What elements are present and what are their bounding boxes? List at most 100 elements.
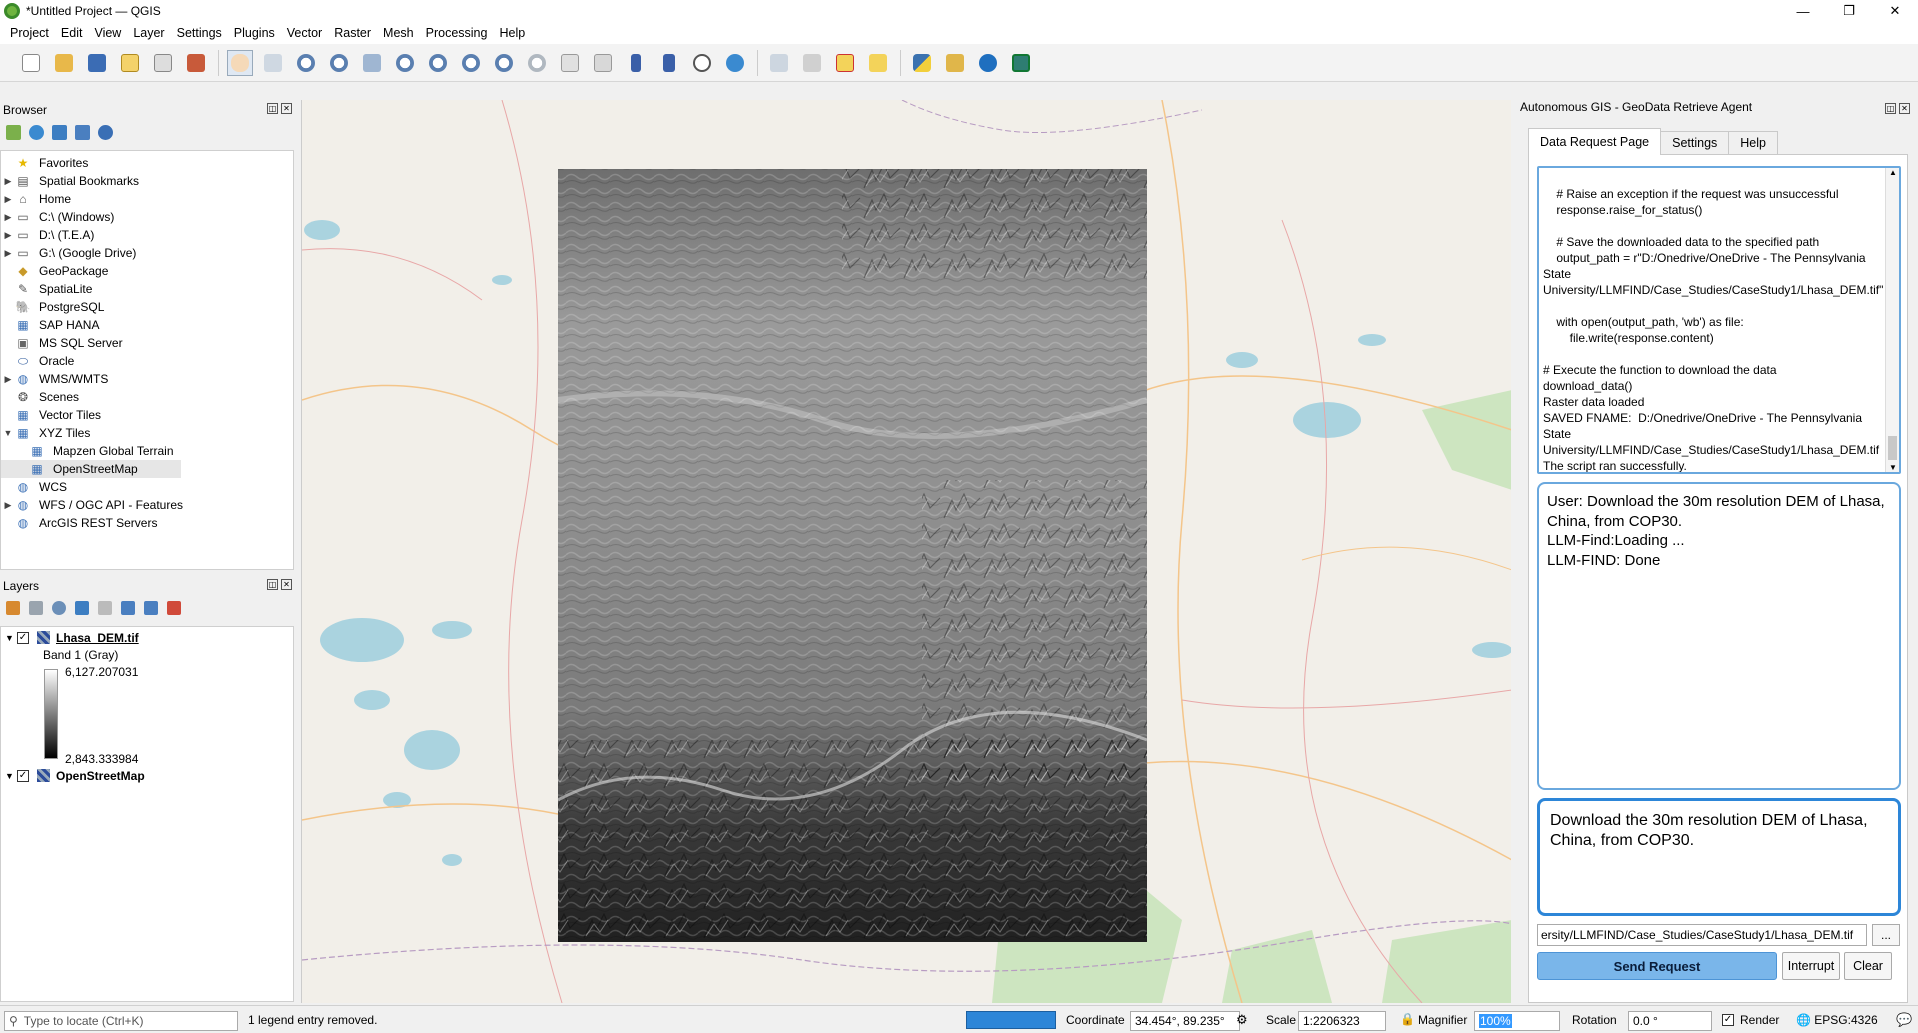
browser-item[interactable]: ▦ Vector Tiles [1, 406, 293, 424]
coordinate-toggle-icon[interactable]: ⚙ [1236, 1012, 1248, 1028]
scale-field[interactable]: 1:2206323 [1298, 1011, 1386, 1031]
temporal-controller-icon[interactable] [689, 50, 715, 76]
browse-path-button[interactable]: ... [1872, 924, 1900, 946]
plugin-arrow-icon[interactable] [975, 50, 1001, 76]
expand-arrow-icon[interactable]: ▶ [1, 194, 15, 205]
deselect-features-icon[interactable] [865, 50, 891, 76]
layer-styling-icon[interactable] [6, 601, 20, 615]
chat-history-box[interactable]: User: Download the 30m resolution DEM of… [1537, 482, 1901, 790]
maximize-button[interactable]: ❐ [1826, 0, 1872, 22]
float-panel-icon[interactable]: ◫ [267, 103, 278, 114]
render-checkbox[interactable]: ✓ [1722, 1014, 1734, 1026]
zoom-to-layer-icon[interactable] [425, 50, 451, 76]
layer-name[interactable]: OpenStreetMap [56, 769, 145, 783]
zoom-out-icon[interactable] [326, 50, 352, 76]
minimize-button[interactable]: — [1780, 0, 1826, 22]
menu-vector[interactable]: Vector [281, 26, 328, 40]
browser-item[interactable]: 🐘 PostgreSQL [1, 298, 293, 316]
locator-search[interactable]: ⚲ Type to locate (Ctrl+K) [4, 1011, 238, 1031]
map-canvas[interactable] [301, 100, 1511, 1003]
browser-item[interactable]: ▶ ▤ Spatial Bookmarks [1, 172, 293, 190]
close-panel-icon[interactable]: ✕ [281, 579, 292, 590]
add-selected-layers-icon[interactable] [6, 124, 21, 140]
float-panel-icon[interactable]: ◫ [267, 579, 278, 590]
layer-row-lhasa-dem[interactable]: ▼ ✓ Lhasa_DEM.tif [5, 629, 139, 646]
new-project-icon[interactable] [18, 50, 44, 76]
output-path-field[interactable]: ersity/LLMFIND/Case_Studies/CaseStudy1/L… [1537, 924, 1867, 946]
pan-map-icon[interactable] [227, 49, 253, 76]
browser-item[interactable]: ◆ GeoPackage [1, 262, 293, 280]
browser-item[interactable]: ▼ ▦ XYZ Tiles [1, 424, 293, 442]
scrollbar-thumb[interactable] [1888, 436, 1897, 460]
zoom-last-icon[interactable] [491, 50, 517, 76]
browser-item[interactable]: ◍ ArcGIS REST Servers [1, 514, 293, 532]
filter-legend-icon[interactable] [75, 601, 89, 615]
filter-icon[interactable] [52, 124, 67, 140]
filter-by-expression-icon[interactable] [98, 601, 112, 615]
browser-item[interactable]: ▶ ▭ C:\ (Windows) [1, 208, 293, 226]
new-bookmark-icon[interactable] [623, 50, 649, 76]
collapse-all-icon[interactable] [75, 124, 90, 140]
style-manager-icon[interactable] [183, 50, 209, 76]
close-panel-icon[interactable]: ✕ [281, 103, 292, 114]
layer-visibility-checkbox[interactable]: ✓ [17, 631, 29, 644]
info-icon[interactable] [98, 124, 113, 140]
browser-item[interactable]: ▦ SAP HANA [1, 316, 293, 334]
layer-row-openstreetmap[interactable]: ▼ ✓ OpenStreetMap [5, 767, 145, 784]
browser-item[interactable]: ✎ SpatiaLite [1, 280, 293, 298]
browser-item[interactable]: ▣ MS SQL Server [1, 334, 293, 352]
select-features-icon[interactable] [832, 50, 858, 76]
clear-button[interactable]: Clear [1844, 952, 1892, 980]
send-request-button[interactable]: Send Request [1537, 952, 1777, 980]
lock-scale-icon[interactable]: 🔒 [1400, 1012, 1415, 1026]
menu-settings[interactable]: Settings [171, 26, 228, 40]
close-button[interactable]: ✕ [1872, 0, 1918, 22]
browser-item[interactable]: ▦ OpenStreetMap [1, 460, 181, 478]
remove-layer-icon[interactable] [167, 601, 181, 615]
menu-project[interactable]: Project [4, 26, 55, 40]
browser-item[interactable]: ❂ Scenes [1, 388, 293, 406]
menu-mesh[interactable]: Mesh [377, 26, 420, 40]
browser-item[interactable]: ★ Favorites [1, 154, 293, 172]
collapse-all-icon[interactable] [144, 601, 158, 615]
expand-arrow-icon[interactable]: ▶ [1, 230, 15, 241]
coordinate-field[interactable]: 34.454°, 89.235° [1130, 1011, 1240, 1031]
browser-item[interactable]: ▶ ▭ D:\ (T.E.A) [1, 226, 293, 244]
scroll-up-icon[interactable]: ▲ [1889, 168, 1897, 177]
tab-settings[interactable]: Settings [1660, 131, 1730, 154]
open-attribute-table-icon[interactable] [799, 50, 825, 76]
browser-item[interactable]: ◍ WCS [1, 478, 293, 496]
crs-button[interactable]: 🌐 EPSG:4326 [1796, 1013, 1878, 1027]
save-project-icon[interactable] [84, 50, 110, 76]
python-console-icon[interactable] [909, 50, 935, 76]
tab-help[interactable]: Help [1728, 131, 1778, 154]
expand-arrow-icon[interactable]: ▶ [1, 500, 15, 511]
zoom-to-selection-icon[interactable] [392, 50, 418, 76]
browser-item[interactable]: ▶ ◍ WFS / OGC API - Features [1, 496, 293, 514]
autonomous-gis-plugin-icon[interactable] [1008, 50, 1034, 76]
collapse-arrow-icon[interactable]: ▼ [5, 633, 17, 643]
pan-to-selection-icon[interactable] [260, 50, 286, 76]
new-3d-map-view-icon[interactable] [590, 50, 616, 76]
scroll-down-icon[interactable]: ▼ [1889, 463, 1897, 472]
expand-arrow-icon[interactable]: ▶ [1, 248, 15, 259]
menu-edit[interactable]: Edit [55, 26, 89, 40]
tab-data-request-page[interactable]: Data Request Page [1528, 128, 1662, 155]
refresh-icon[interactable] [722, 50, 748, 76]
expand-arrow-icon[interactable]: ▶ [1, 374, 15, 385]
new-map-view-icon[interactable] [557, 50, 583, 76]
expand-all-icon[interactable] [121, 601, 135, 615]
layer-visibility-checkbox[interactable]: ✓ [17, 769, 29, 782]
new-print-layout-icon[interactable] [117, 50, 143, 76]
request-input[interactable]: Download the 30m resolution DEM of Lhasa… [1537, 798, 1901, 916]
browser-item[interactable]: ▶ ◍ WMS/WMTS [1, 370, 293, 388]
add-group-icon[interactable] [29, 601, 43, 615]
menu-processing[interactable]: Processing [420, 26, 494, 40]
expand-arrow-icon[interactable]: ▼ [1, 428, 15, 438]
browser-item[interactable]: ▦ Mapzen Global Terrain [1, 442, 293, 460]
layer-name[interactable]: Lhasa_DEM.tif [56, 631, 139, 645]
collapse-arrow-icon[interactable]: ▼ [5, 771, 17, 781]
show-bookmarks-icon[interactable] [656, 50, 682, 76]
zoom-full-icon[interactable] [359, 50, 385, 76]
zoom-native-icon[interactable] [458, 50, 484, 76]
